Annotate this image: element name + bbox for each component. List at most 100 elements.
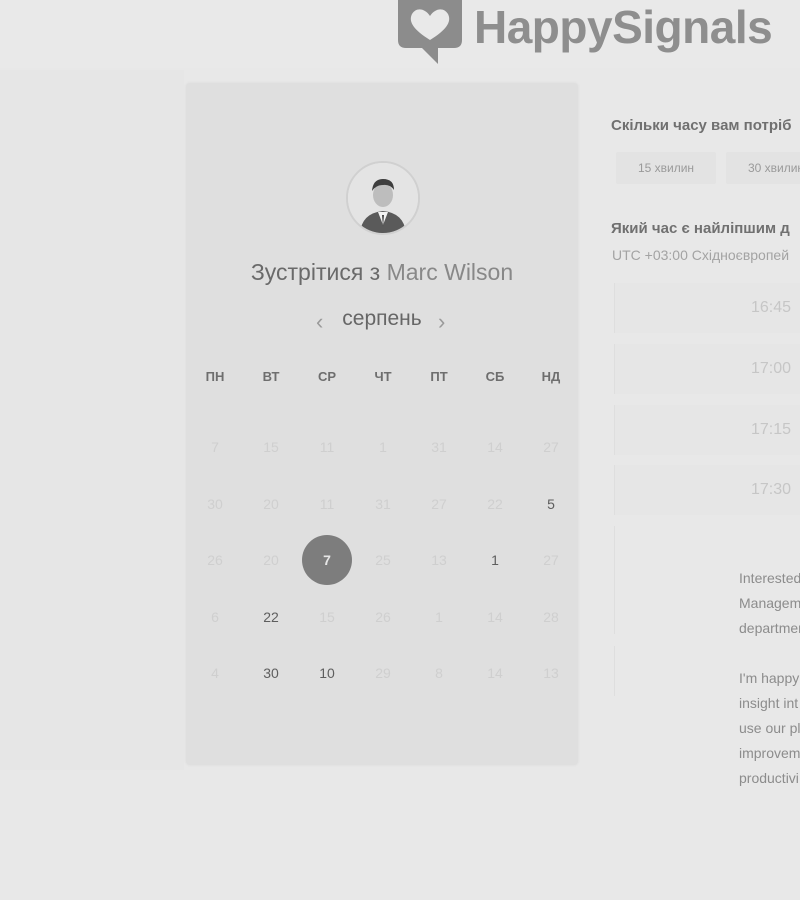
calendar-day-disabled: 4 — [187, 645, 243, 702]
calendar-day-disabled: 14 — [467, 589, 523, 646]
calendar-day-disabled: 26 — [187, 532, 243, 589]
calendar-day-number: 27 — [543, 552, 559, 569]
calendar-day-disabled: 11 — [299, 476, 355, 533]
weekday-header: ВТ — [262, 369, 280, 384]
description-line: I'm happy — [739, 670, 800, 686]
calendar-day-disabled: 20 — [243, 532, 299, 589]
time-slot-1730[interactable]: 17:30 — [614, 465, 800, 515]
divider — [614, 646, 615, 696]
calendar-day-number: 14 — [487, 439, 503, 456]
chevron-left-icon[interactable]: ‹ — [316, 309, 323, 335]
duration-option-15[interactable]: 15 хвилин — [616, 152, 716, 184]
description-line: use our pl — [739, 720, 800, 736]
time-slot-1645[interactable]: 16:45 — [614, 283, 800, 333]
description-paragraph-1: Interested Managem departmen — [739, 566, 800, 641]
calendar-day-number: 13 — [543, 665, 559, 682]
description-line: departmen — [739, 620, 800, 636]
calendar-day-disabled: 13 — [523, 645, 579, 702]
calendar-day-number: 26 — [207, 552, 223, 569]
meeting-title-prefix: Зустрітися з — [250, 259, 381, 285]
calendar-day-number: 31 — [431, 439, 447, 456]
calendar-day-number: 13 — [431, 552, 447, 569]
calendar-day-disabled: 25 — [355, 532, 411, 589]
calendar-day-number: 28 — [543, 608, 559, 625]
calendar-day-number: 20 — [263, 552, 279, 569]
calendar-day-disabled: 26 — [355, 589, 411, 646]
calendar-day-number: 11 — [319, 495, 335, 512]
time-slot-1700[interactable]: 17:00 — [614, 344, 800, 394]
time-slot-label: 17:30 — [751, 481, 792, 498]
description-line: Managem — [739, 595, 800, 611]
calendar-day-disabled: 8 — [411, 645, 467, 702]
weekday-header: ПТ — [430, 369, 448, 384]
calendar-day-disabled: 1 — [411, 589, 467, 646]
calendar-day-disabled: 14 — [467, 645, 523, 702]
description-line: insight int — [739, 695, 799, 711]
host-name: Marc Wilson — [386, 259, 514, 285]
time-slot-1715[interactable]: 17:15 — [614, 405, 800, 455]
timezone-label[interactable]: UTC +03:00 Східноєвропей — [612, 247, 789, 263]
month-navigation: серпень ‹ › — [186, 307, 578, 337]
heart-bubble-icon — [398, 0, 462, 64]
description-line: productivi — [739, 770, 799, 786]
time-question: Який час є найліпшим д — [611, 220, 790, 237]
chevron-right-icon[interactable]: › — [438, 309, 445, 335]
calendar-day-disabled: 31 — [355, 476, 411, 533]
calendar-day-disabled: 13 — [411, 532, 467, 589]
calendar-day-available[interactable]: 30 — [243, 645, 299, 702]
person-photo-icon — [348, 163, 418, 233]
calendar-day-number: 11 — [319, 439, 335, 456]
weekday-header: ПН — [205, 369, 225, 384]
calendar-day-disabled: 27 — [411, 476, 467, 533]
calendar-day-number: 7 — [211, 439, 219, 456]
calendar-day-number: 31 — [375, 495, 391, 512]
description-line: improvem — [739, 745, 800, 761]
left-panel — [0, 70, 184, 770]
duration-option-30[interactable]: 30 хвилин — [726, 152, 800, 184]
calendar-day-number: 30 — [263, 665, 279, 682]
calendar-day-disabled: 7 — [187, 419, 243, 476]
calendar-day-disabled: 30 — [187, 476, 243, 533]
calendar-day-disabled: 1 — [355, 419, 411, 476]
calendar-day-available[interactable]: 22 — [243, 589, 299, 646]
booking-card: Зустрітися з Marc Wilson серпень ‹ › ПН В… — [186, 83, 578, 765]
calendar-day-disabled: 14 — [467, 419, 523, 476]
calendar-day-disabled: 31 — [411, 419, 467, 476]
calendar-day-number: 30 — [207, 495, 223, 512]
calendar-day-number: 22 — [487, 495, 503, 512]
description-paragraph-2: I'm happy insight int use our pl improve… — [739, 666, 800, 791]
calendar-day-number: 14 — [487, 608, 503, 625]
calendar-day-number: 5 — [547, 495, 555, 512]
brand-name: HappySignals — [474, 1, 773, 53]
weekday-header: ЧТ — [374, 369, 392, 384]
weekday-header: СБ — [485, 369, 505, 384]
calendar-day-available[interactable]: 1 — [467, 532, 523, 589]
calendar-day-disabled: 27 — [523, 419, 579, 476]
calendar-grid: ПН ВТ СР ЧТ ПТ СБ НД 7 15 11 1 31 14 27 30 20 11 31 27 22 5 2… — [186, 363, 579, 702]
host-avatar — [346, 161, 420, 235]
calendar-day-number: 29 — [375, 665, 391, 682]
calendar-day-number: 26 — [375, 608, 391, 625]
calendar-day-number: 14 — [487, 665, 503, 682]
calendar-day-selected[interactable]: 7 — [299, 532, 355, 589]
calendar-day-disabled: 22 — [467, 476, 523, 533]
calendar-day-number: 25 — [375, 552, 391, 569]
calendar-day-available[interactable]: 5 — [523, 476, 579, 533]
calendar-day-available[interactable]: 10 — [299, 645, 355, 702]
description-line: Interested — [739, 570, 800, 586]
calendar-day-disabled: 27 — [523, 532, 579, 589]
calendar-day-number: 10 — [319, 665, 335, 682]
calendar-day-number: 6 — [211, 608, 219, 625]
divider — [614, 526, 615, 634]
calendar-day-disabled: 29 — [355, 645, 411, 702]
calendar-day-disabled: 28 — [523, 589, 579, 646]
weekday-header: НД — [541, 369, 561, 384]
calendar-day-disabled: 15 — [299, 589, 355, 646]
calendar-day-number: 27 — [431, 495, 447, 512]
calendar-day-number: 4 — [211, 665, 219, 682]
weekday-header: СР — [317, 369, 337, 384]
calendar-day-number: 7 — [302, 535, 352, 586]
calendar-day-number: 22 — [263, 608, 279, 625]
calendar-day-number: 1 — [491, 552, 499, 569]
time-slot-label: 17:00 — [751, 360, 792, 377]
